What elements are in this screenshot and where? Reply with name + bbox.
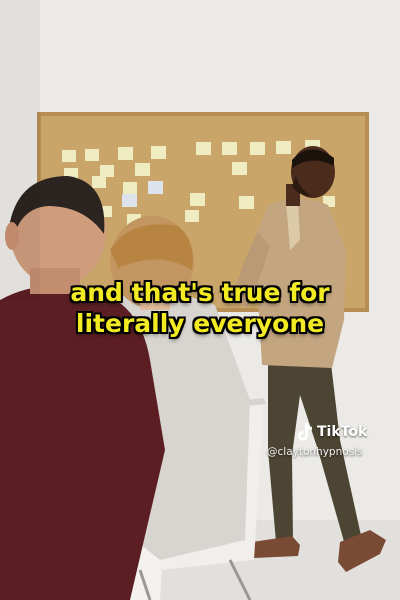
wall-shadow <box>0 0 40 300</box>
tiktok-watermark: TikTok <box>296 421 367 443</box>
caption-line-1: and that's true for <box>70 278 330 307</box>
tiktok-note-icon <box>298 423 312 441</box>
video-frame: and that's true for literally everyone T… <box>0 0 400 600</box>
tiktok-brand-label: TikTok <box>317 424 368 440</box>
creator-handle: @claytonhypnosis <box>267 446 363 458</box>
caption-line-2: literally everyone <box>75 309 325 338</box>
caption: and that's true for literally everyone <box>0 277 400 339</box>
